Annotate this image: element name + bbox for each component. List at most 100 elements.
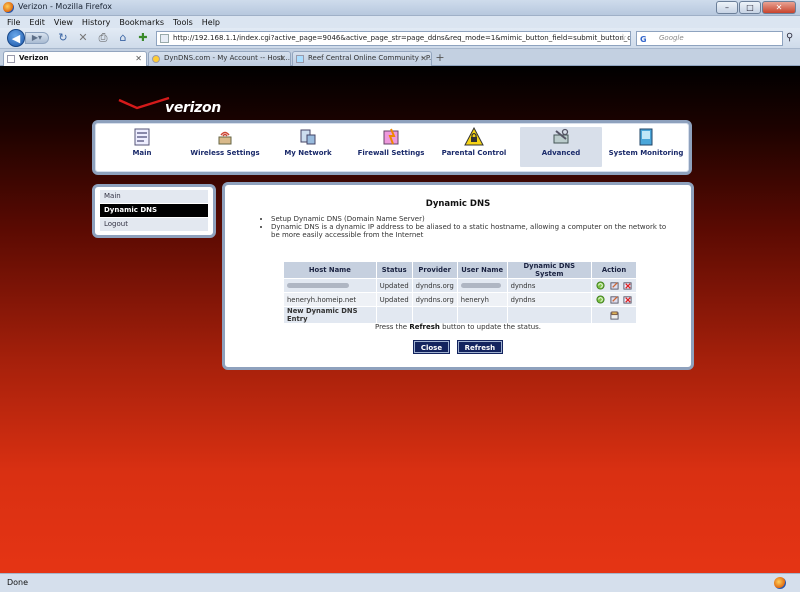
firewall-icon [383,128,399,145]
verizon-logo-text: verizon [165,100,221,116]
search-icon[interactable]: ⚲ [786,32,793,43]
tab-bar: Verizon ✕ DynDNS.com - My Account -- Hos… [0,49,800,67]
menu-tools[interactable]: Tools [173,18,193,27]
refresh-icon[interactable] [596,295,605,304]
close-tab-icon[interactable]: ✕ [279,52,286,65]
edit-icon[interactable] [609,295,619,304]
dynamic-dns-panel: Dynamic DNS Setup Dynamic DNS (Domain Na… [222,182,694,370]
note-text-post: button to update the status. [439,323,542,331]
cell-host-name: heneryh.homeip.net [283,292,377,307]
monitor-icon [639,128,653,146]
empty-cell [506,306,593,324]
nav-main-label: Main [132,149,152,157]
close-tab-icon[interactable]: ✕ [420,52,427,65]
empty-cell [411,306,458,324]
menu-help[interactable]: Help [202,18,220,27]
search-placeholder: Google [659,34,684,42]
cell-actions [591,306,637,324]
menu-edit[interactable]: Edit [29,18,45,27]
nav-wireless-label: Wireless Settings [190,149,260,157]
add-entry-icon[interactable] [609,310,619,320]
url-bar[interactable]: http://192.168.1.1/index.cgi?active_page… [156,31,631,46]
col-host-name: Host Name [283,261,377,279]
table-row-new-entry: New Dynamic DNS Entry [283,306,637,324]
delete-icon[interactable] [623,295,632,304]
refresh-icon[interactable] [596,281,605,290]
nav-my-network[interactable]: My Network [267,127,349,167]
tab-label: Verizon [19,54,49,62]
nav-advanced[interactable]: Advanced [520,127,602,167]
menu-file[interactable]: File [7,18,20,27]
sidebar-item-dynamic-dns[interactable]: Dynamic DNS [100,204,208,217]
table-row: Updated dyndns.org dyndns [283,278,637,293]
col-user-name: User Name [456,261,508,279]
status-text: Done [7,578,29,587]
menu-view[interactable]: View [54,18,73,27]
tab-reef-central[interactable]: Reef Central Online Community - P... ✕ [292,51,432,66]
back-button[interactable]: ◀ [7,29,25,47]
close-window-button[interactable]: ✕ [762,1,796,14]
cell-ddns-system: dyndns [506,278,593,293]
nav-firewall-settings[interactable]: Firewall Settings [350,127,432,167]
menu-history[interactable]: History [82,18,110,27]
page-content: verizon Main Wireless Settings My Networ… [0,66,800,573]
print-icon[interactable]: ⎙ [96,31,110,45]
cell-provider: dyndns.org [411,278,458,293]
search-input[interactable]: G Google [636,31,783,46]
redacted-user [460,282,501,288]
tab-verizon[interactable]: Verizon ✕ [3,51,147,67]
menu-bookmarks[interactable]: Bookmarks [119,18,164,27]
cell-user-name [456,278,508,293]
google-icon[interactable]: G [640,33,647,46]
forward-button[interactable]: ▶▾ [25,32,49,44]
note-text-pre: Press the [374,323,410,331]
nav-main[interactable]: Main [101,127,183,167]
firefox-icon [3,2,14,13]
cell-provider: dyndns.org [411,292,458,307]
sidebar-item-logout[interactable]: Logout [100,218,208,231]
navigation-toolbar: ◀ ▶▾ ↻ ✕ ⎙ ⌂ ✚ http://192.168.1.1/index.… [0,28,800,49]
nav-network-label: My Network [284,149,332,157]
cell-status: Updated [375,278,413,293]
action-buttons: Close Refresh [225,340,691,354]
main-page-icon [134,128,150,146]
refresh-button[interactable]: Refresh [456,340,504,354]
page-title: Dynamic DNS [425,199,491,209]
page-icon [7,55,15,63]
home-icon[interactable]: ⌂ [116,31,130,45]
reload-icon[interactable]: ↻ [56,31,70,45]
cell-host-name [283,278,377,293]
minimize-button[interactable]: – [716,1,738,14]
col-action: Action [591,261,637,279]
nav-parental-control[interactable]: Parental Control [433,127,515,167]
sidebar-item-main[interactable]: Main [100,190,208,203]
nav-parental-label: Parental Control [441,149,507,157]
nav-system-monitoring[interactable]: System Monitoring [605,127,687,167]
cell-user-name: heneryh [456,292,508,307]
sidebar: Main Dynamic DNS Logout [92,184,216,238]
tab-dyndns[interactable]: DynDNS.com - My Account -- Host... ✕ [148,51,291,66]
description-list: Setup Dynamic DNS (Domain Name Server) D… [263,215,673,239]
bookmark-star-icon[interactable]: ☆ [619,32,627,45]
delete-icon[interactable] [623,281,632,290]
stop-icon[interactable]: ✕ [76,31,90,45]
cell-actions [591,292,637,307]
table-header-row: Host Name Status Provider User Name Dyna… [283,261,637,279]
add-bookmark-icon[interactable]: ✚ [136,31,150,45]
close-tab-icon[interactable]: ✕ [135,52,142,65]
maximize-button[interactable]: □ [739,1,761,14]
description-item: Setup Dynamic DNS (Domain Name Server) [271,215,673,223]
nav-wireless-settings[interactable]: Wireless Settings [184,127,266,167]
firefox-status-icon [774,577,786,589]
new-ddns-entry-link[interactable]: New Dynamic DNS Entry [283,306,377,324]
window-titlebar: Verizon - Mozilla Firefox – □ ✕ [0,0,800,16]
refresh-note: Press the Refresh button to update the s… [225,323,691,331]
url-text: http://192.168.1.1/index.cgi?active_page… [173,34,631,42]
advanced-tools-icon [553,128,569,144]
new-tab-button[interactable]: + [432,51,448,66]
close-button[interactable]: Close [412,340,451,354]
edit-icon[interactable] [609,281,619,290]
main-navigation: Main Wireless Settings My Network Firewa… [92,120,692,175]
tab-label: DynDNS.com - My Account -- Host... [164,54,290,62]
col-ddns-system: Dynamic DNS System [506,261,593,279]
